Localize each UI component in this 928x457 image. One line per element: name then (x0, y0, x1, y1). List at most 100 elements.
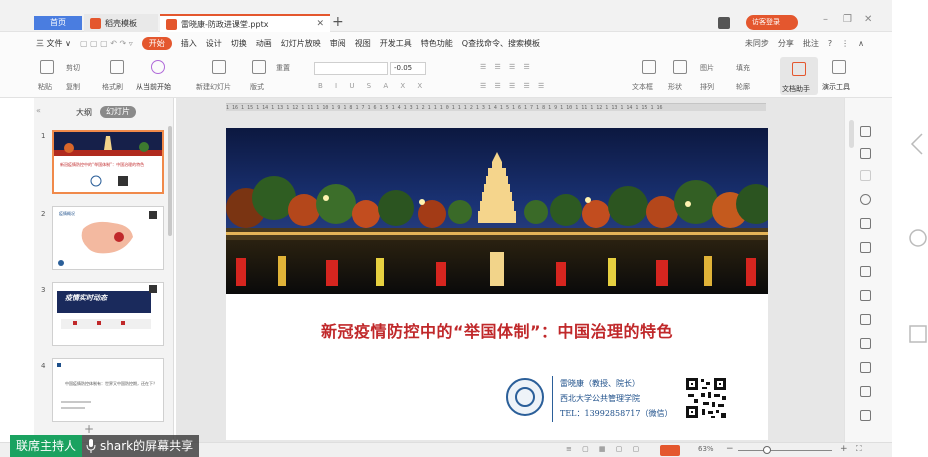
paste-label[interactable]: 粘贴 (38, 82, 52, 92)
menu-transition[interactable]: 切换 (231, 38, 247, 49)
layout-button[interactable]: 版式 (250, 82, 264, 92)
new-slide-icon[interactable] (212, 60, 226, 74)
university-seal (506, 378, 544, 416)
menu-view[interactable]: 视图 (355, 38, 371, 49)
home-icon[interactable] (860, 126, 871, 137)
copy-button[interactable]: 复制 (66, 82, 80, 92)
cut-button[interactable]: 剪切 (66, 63, 80, 73)
slide-title[interactable]: 新冠疫情防控中的“举国体制”：中国治理的特色 (226, 318, 768, 342)
restore-icon[interactable]: ❐ (843, 14, 852, 25)
doc-helper-button[interactable]: 文档助手 (780, 57, 818, 95)
text-format-buttons[interactable]: B I U S A X X (318, 82, 427, 90)
tab-home[interactable]: 首页 (34, 16, 82, 30)
from-current-button[interactable]: 从当前开始 (136, 82, 171, 92)
animation-icon[interactable] (860, 314, 871, 325)
arrange-button[interactable]: 排列 (700, 82, 714, 92)
window-list-icon[interactable] (718, 17, 730, 29)
sync-status[interactable]: 未同步 (745, 38, 769, 49)
tab-docer[interactable]: 稻壳模板 (84, 14, 158, 32)
quick-access-icons[interactable]: ▢ ▢ ▢ ↶ ↷ ▿ (80, 39, 133, 48)
zoom-level[interactable]: 63% (698, 445, 714, 453)
layout-icon[interactable] (252, 60, 266, 74)
more-icon[interactable]: ⋮ (841, 39, 849, 48)
present-tools-button[interactable]: 演示工具 (822, 82, 850, 92)
zoom-out-button[interactable]: − (726, 444, 734, 454)
format-painter-button[interactable]: 格式刷 (102, 82, 123, 92)
table-icon[interactable] (860, 242, 871, 253)
text-box-icon[interactable] (642, 60, 656, 74)
reset-button[interactable]: 重置 (276, 63, 290, 73)
font-name-select[interactable] (314, 62, 388, 75)
slide-thumb-2[interactable]: 疫情概况 (52, 206, 164, 270)
close-window-icon[interactable]: ✕ (864, 14, 872, 25)
fit-window-icon[interactable]: ⛶ (856, 444, 862, 454)
stamp-icon[interactable] (860, 218, 871, 229)
menu-start[interactable]: 开始 (141, 36, 172, 50)
fill-button[interactable]: 填充 (736, 63, 750, 73)
thumb2-title: 疫情概况 (59, 211, 75, 216)
menu-review[interactable]: 审阅 (330, 38, 346, 49)
tab-close-icon[interactable]: ✕ (316, 19, 324, 29)
backup-icon[interactable] (860, 338, 871, 349)
shape-button[interactable]: 形状 (668, 82, 682, 92)
text-box-button[interactable]: 文本框 (632, 82, 653, 92)
shape-icon[interactable] (673, 60, 687, 74)
play-icon[interactable] (151, 60, 165, 74)
align-buttons[interactable]: ☰ ☰ ☰ ☰ ☰ (480, 82, 547, 90)
zoom-slider-knob[interactable] (763, 446, 771, 454)
menu-design[interactable]: 设计 (206, 38, 222, 49)
location-icon[interactable] (860, 194, 871, 205)
present-tools-icon[interactable] (832, 60, 846, 74)
share-button[interactable]: 分享 (778, 38, 794, 49)
font-size-select[interactable]: -0.05 (390, 62, 426, 75)
current-slide[interactable]: 新冠疫情防控中的“举国体制”：中国治理的特色 雷晓康（教授、院长） 西北大学公共… (226, 128, 768, 440)
paste-icon[interactable] (40, 60, 54, 74)
slide-panel: « 大纲 幻灯片 1 新冠疫情防控中的“举国体制”：中国治理的特色 2 疫情概况 (34, 98, 174, 442)
collapse-ribbon-icon[interactable]: ∧ (858, 39, 864, 48)
slide-thumb-3[interactable]: 疫情实时动态 (52, 282, 164, 346)
more-tools-icon[interactable] (860, 410, 871, 421)
menu-features[interactable]: 特色功能 (421, 38, 453, 49)
screen-share-label[interactable]: shark的屏幕共享 (82, 435, 200, 457)
tab-file[interactable]: 雷晓康-防政进课堂.pptx ✕ (160, 14, 330, 32)
menu-insert[interactable]: 插入 (181, 38, 197, 49)
command-search[interactable]: Q查找命令、搜索模板 (462, 38, 540, 49)
slides-tab[interactable]: 幻灯片 (100, 106, 136, 118)
switch-icon[interactable] (860, 148, 871, 159)
picture-button[interactable]: 图片 (700, 63, 714, 73)
paragraph-buttons[interactable]: ☰ ☰ ☰ ☰ (480, 63, 533, 71)
help-icon[interactable]: ? (828, 39, 832, 48)
grid-icon[interactable] (860, 266, 871, 277)
new-tab-icon[interactable]: + (332, 14, 344, 30)
add-slide-icon[interactable]: + (84, 422, 112, 436)
canvas-scrollbar[interactable] (849, 120, 854, 148)
microphone-icon (86, 439, 96, 453)
settings-icon[interactable] (860, 386, 871, 397)
visitor-login-button[interactable]: 访客登录 (746, 15, 798, 30)
menu-slideshow[interactable]: 幻灯片放映 (281, 38, 321, 49)
zoom-in-button[interactable]: + (840, 444, 848, 454)
new-slide-button[interactable]: 新建幻灯片 (196, 82, 231, 92)
slide-thumb-4[interactable]: 中国疫情防控体制有：世界又中国防控期，还在下？ (52, 358, 164, 422)
menu-developer[interactable]: 开发工具 (380, 38, 412, 49)
chart-icon[interactable] (860, 290, 871, 301)
view-mode-icons[interactable]: ≡ ▢ ▦ ▢ ▢ (566, 445, 643, 453)
author-phone[interactable]: TEL：13992858717（微信） (560, 408, 672, 419)
panel-scrollbar[interactable] (168, 126, 172, 236)
nav-buttons (909, 133, 927, 343)
zoom-slider-track[interactable] (738, 450, 832, 451)
outline-tab[interactable]: 大纲 (76, 107, 92, 118)
slide-thumb-1[interactable]: 新冠疫情防控中的“举国体制”：中国治理的特色 (52, 130, 164, 194)
outline-button[interactable]: 轮廓 (736, 82, 750, 92)
comment-button[interactable]: 批注 (803, 38, 819, 49)
back-icon (910, 133, 923, 155)
slide-number: 2 (41, 210, 46, 218)
share-icon[interactable] (860, 362, 871, 373)
menu-animation[interactable]: 动画 (256, 38, 272, 49)
menu-file[interactable]: 三 文件 ∨ (36, 38, 71, 49)
author-name[interactable]: 雷晓康（教授、院长） (560, 378, 640, 389)
minimize-icon[interactable]: – (823, 14, 828, 25)
author-organization[interactable]: 西北大学公共管理学院 (560, 393, 640, 404)
format-painter-icon[interactable] (110, 60, 124, 74)
play-slideshow-button[interactable] (660, 445, 680, 456)
